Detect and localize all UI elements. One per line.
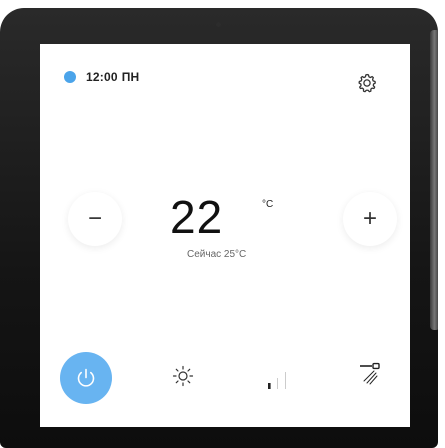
minus-icon: − xyxy=(87,205,102,232)
target-temp-value: 22 xyxy=(170,191,224,243)
mode-button[interactable] xyxy=(171,364,195,388)
power-button[interactable] xyxy=(60,352,112,404)
settings-button[interactable] xyxy=(356,72,378,94)
airflow-button[interactable] xyxy=(357,361,383,387)
status-time: 12:00 xyxy=(86,70,118,84)
signal-bars-icon xyxy=(268,372,286,389)
power-icon xyxy=(77,368,95,387)
device-side-edge xyxy=(430,30,438,330)
airflow-icon xyxy=(360,362,380,385)
gear-icon xyxy=(358,73,376,93)
sun-icon xyxy=(172,365,194,387)
decrease-temp-button[interactable]: − xyxy=(68,192,122,246)
temp-unit: °C xyxy=(262,199,274,210)
current-temp-label: Сейчас 25°C xyxy=(187,249,247,260)
status-indicator-dot xyxy=(64,71,76,83)
status-day: ПН xyxy=(121,70,140,84)
device-frame: 12:00 ПН − 22 °C Сейчас 25°C + xyxy=(0,8,438,448)
increase-temp-button[interactable]: + xyxy=(343,192,397,246)
plus-icon: + xyxy=(362,205,377,232)
fan-speed-button[interactable] xyxy=(266,366,292,392)
camera-dot xyxy=(216,22,221,27)
status-bar: 12:00 ПН xyxy=(64,70,139,84)
thermostat-screen: 12:00 ПН − 22 °C Сейчас 25°C + xyxy=(40,44,410,427)
